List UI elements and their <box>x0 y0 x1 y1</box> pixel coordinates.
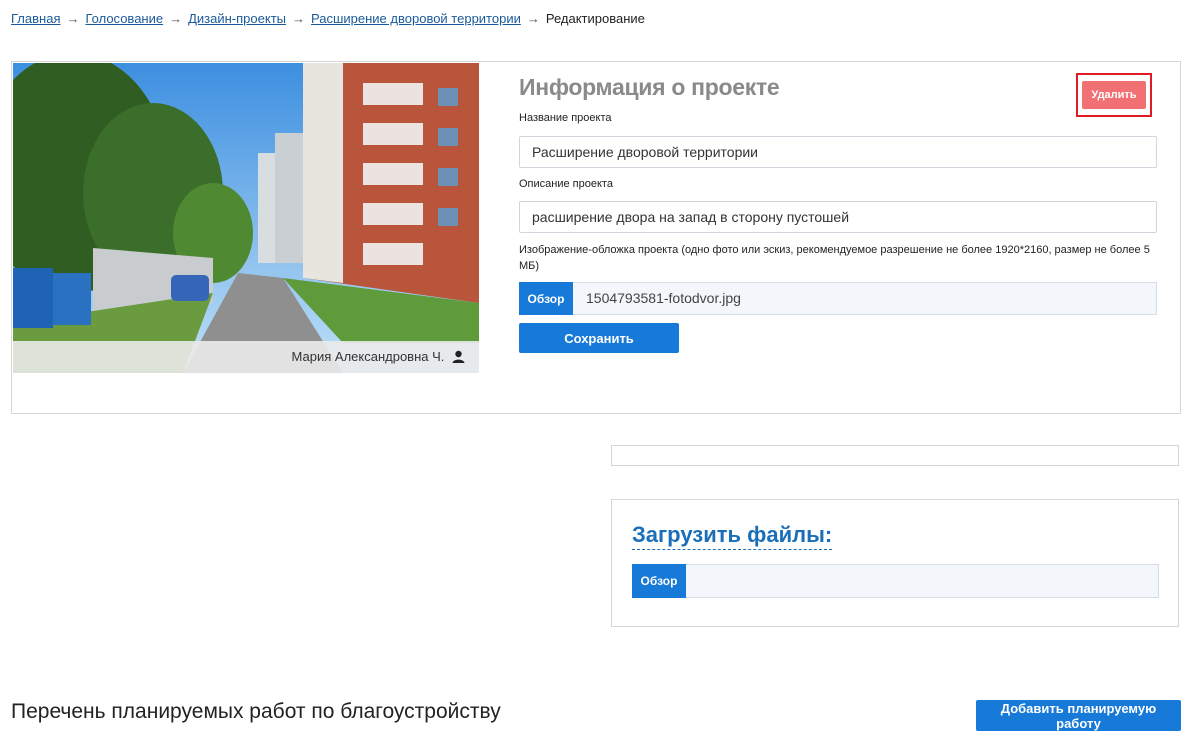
save-button[interactable]: Сохранить <box>519 323 679 353</box>
upload-browse-button[interactable]: Обзор <box>632 564 686 598</box>
author-name: Мария Александровна Ч. <box>291 349 445 364</box>
breadcrumb-current: Редактирование <box>545 11 645 26</box>
breadcrumb: Главная → Голосование → Дизайн-проекты → Расши… <box>11 10 645 28</box>
project-info-title: Информация о проекте <box>519 74 780 100</box>
project-description-field[interactable]: расширение двора на запад в сторону пуст… <box>519 201 1157 233</box>
selected-file-name: 1504793581-fotodvor.jpg <box>586 290 741 306</box>
breadcrumb-link-project[interactable]: Расширение дворовой территории <box>311 11 521 26</box>
delete-highlight-frame: Удалить <box>1076 73 1152 117</box>
upload-files-panel: Загрузить файлы: Обзор <box>611 499 1179 627</box>
breadcrumb-link-voting[interactable]: Голосование <box>85 11 163 26</box>
delete-button[interactable]: Удалить <box>1082 81 1146 109</box>
project-name-field[interactable]: Расширение дворовой территории <box>519 136 1157 168</box>
breadcrumb-separator: → <box>526 11 540 26</box>
author-caption: Мария Александровна Ч. <box>13 341 479 373</box>
planned-works-title: Перечень планируемых работ по благоустро… <box>11 700 501 723</box>
breadcrumb-link-design-projects[interactable]: Дизайн-проекты <box>188 11 286 26</box>
empty-panel <box>611 445 1179 466</box>
browse-button[interactable]: Обзор <box>519 282 573 315</box>
breadcrumb-separator: → <box>66 11 80 26</box>
project-name-label: Название проекта <box>519 112 612 124</box>
upload-file-input: Обзор <box>632 564 1159 598</box>
breadcrumb-link-home[interactable]: Главная <box>11 11 60 26</box>
cover-file-input: Обзор 1504793581-fotodvor.jpg <box>519 282 1157 315</box>
project-card: Мария Александровна Ч. Информация о прое… <box>11 61 1181 414</box>
breadcrumb-separator: → <box>292 11 305 26</box>
project-description-label: Описание проекта <box>519 178 613 190</box>
project-cover-image <box>13 63 479 373</box>
user-icon <box>452 343 465 375</box>
add-planned-work-button[interactable]: Добавить планируемую работу <box>976 700 1181 731</box>
upload-files-title[interactable]: Загрузить файлы: <box>632 522 833 550</box>
cover-image-label: Изображение-обложка проекта (одно фото и… <box>519 244 1150 272</box>
breadcrumb-separator: → <box>169 11 183 26</box>
